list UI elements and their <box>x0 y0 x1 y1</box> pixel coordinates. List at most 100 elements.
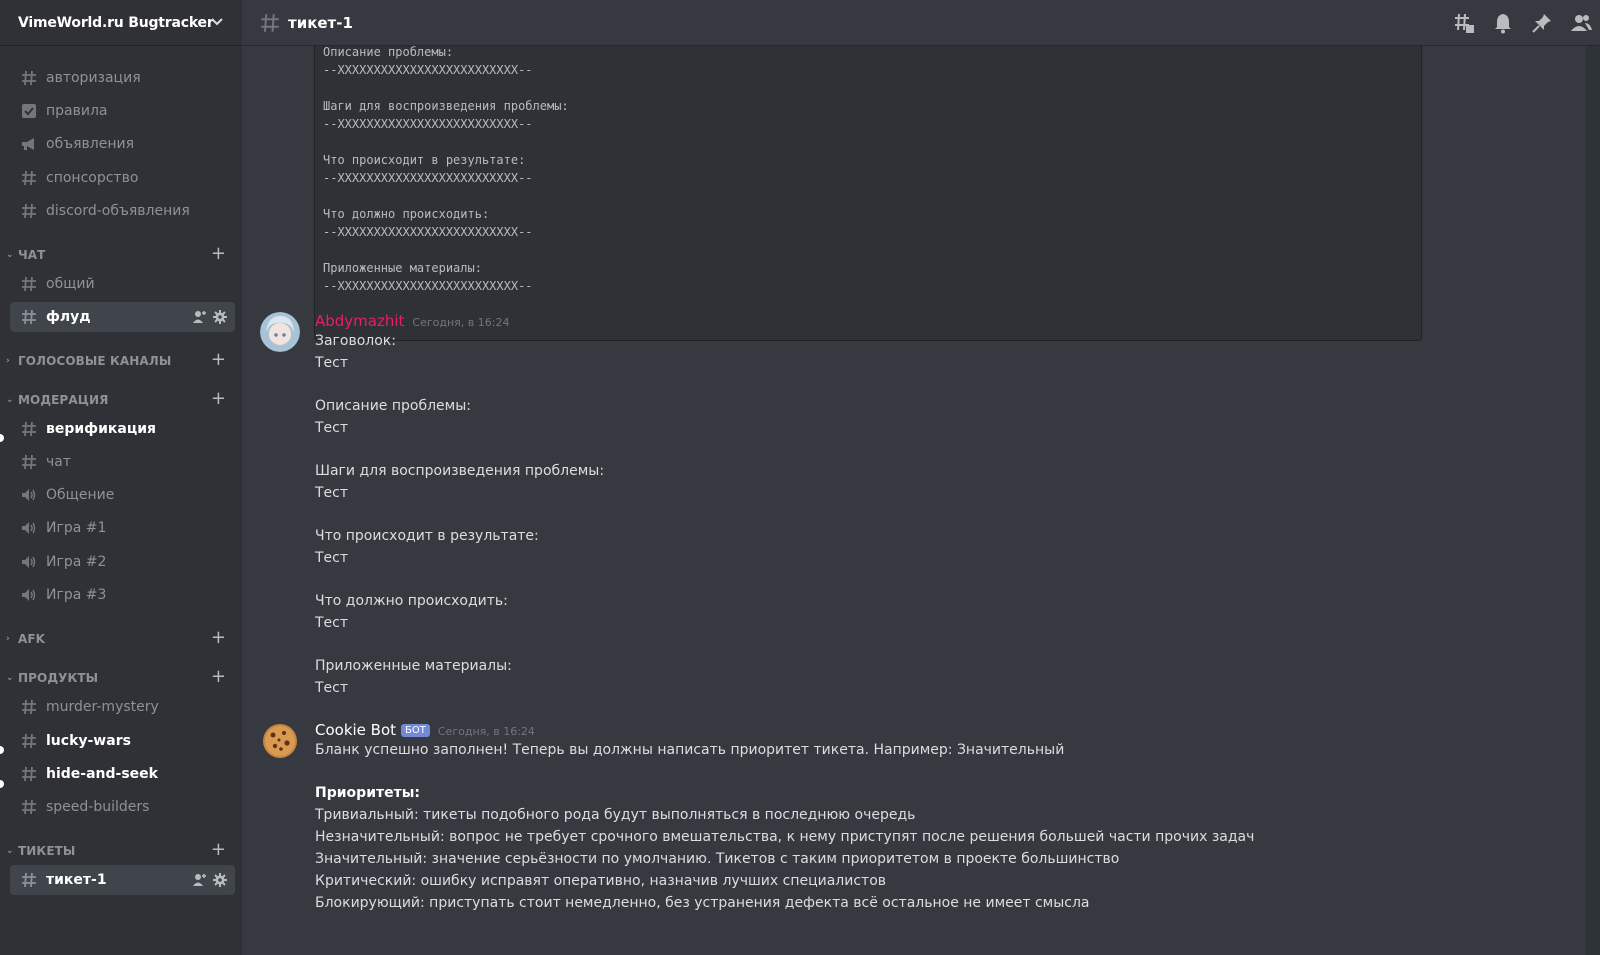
hash-icon <box>20 69 38 87</box>
hash-icon <box>20 420 38 438</box>
speaker-icon <box>20 553 38 571</box>
channel-murder-mystery[interactable]: murder-mystery <box>10 692 235 722</box>
add-channel-icon[interactable]: + <box>211 668 226 686</box>
channel-igra-1[interactable]: Игра #1 <box>10 513 235 543</box>
channel-label: Игра #2 <box>46 554 107 570</box>
gear-icon[interactable] <box>213 873 227 887</box>
category-products[interactable]: ⌄ ПРОДУКТЫ + <box>6 668 234 687</box>
message-line: Тест <box>315 355 349 371</box>
channel-label: hide-and-seek <box>46 766 158 782</box>
message-line: Тест <box>315 420 349 436</box>
channel-label: murder-mystery <box>46 699 159 715</box>
channel-sponsorstvo[interactable]: спонсорство <box>10 163 235 193</box>
message-author[interactable]: Abdymazhit <box>315 312 404 330</box>
channel-verifikaciya[interactable]: верификация <box>10 414 235 444</box>
message-line: Тест <box>315 615 349 631</box>
megaphone-icon <box>20 135 38 153</box>
speaker-icon <box>20 486 38 504</box>
hash-icon <box>20 765 38 783</box>
message-line-bold: Приоритеты: <box>315 785 420 801</box>
hash-icon <box>20 275 38 293</box>
message-timestamp: Сегодня, в 16:24 <box>412 316 510 329</box>
channel-igra-3[interactable]: Игра #3 <box>10 580 235 610</box>
channel-lucky-wars[interactable]: lucky-wars <box>10 726 235 756</box>
category-label: МОДЕРАЦИЯ <box>18 393 109 407</box>
gear-icon[interactable] <box>213 310 227 324</box>
channel-hide-and-seek[interactable]: hide-and-seek <box>10 759 235 789</box>
channel-discord-obyavleniya[interactable]: discord-объявления <box>10 196 235 226</box>
channel-label: speed-builders <box>46 799 150 815</box>
channel-label: чат <box>46 454 72 470</box>
channel-pravila[interactable]: правила <box>10 96 235 126</box>
category-label: ПРОДУКТЫ <box>18 671 99 685</box>
hash-icon <box>20 202 38 220</box>
avatar[interactable] <box>260 721 300 761</box>
hash-icon <box>20 698 38 716</box>
add-channel-icon[interactable]: + <box>211 351 226 369</box>
message-line: Тривиальный: тикеты подобного рода будут… <box>315 807 916 823</box>
message-author[interactable]: Cookie Bot <box>315 721 396 739</box>
channel-tiket-1[interactable]: тикет-1 <box>10 865 235 895</box>
speaker-icon <box>20 519 38 537</box>
message-line: Тест <box>315 550 349 566</box>
hash-icon <box>20 871 38 889</box>
channel-flud[interactable]: флуд <box>10 302 235 332</box>
category-tickets[interactable]: ⌄ ТИКЕТЫ + <box>6 841 234 860</box>
hash-icon <box>20 453 38 471</box>
server-name: VimeWorld.ru Bugtracker <box>18 14 214 31</box>
channel-title: тикет-1 <box>288 13 353 32</box>
invite-icon[interactable] <box>193 310 207 324</box>
hash-icon <box>20 798 38 816</box>
channel-obshchenie[interactable]: Общение <box>10 480 235 510</box>
add-channel-icon[interactable]: + <box>211 629 226 647</box>
channel-label: Игра #3 <box>46 587 107 603</box>
add-channel-icon[interactable]: + <box>211 245 226 263</box>
code-block: Описание проблемы: --XXXXXXXXXXXXXXXXXXX… <box>314 46 1422 341</box>
channel-avtorizaciya[interactable]: авторизация <box>10 63 235 93</box>
channel-label: флуд <box>46 309 91 325</box>
threads-icon[interactable] <box>1453 12 1475 34</box>
message-line: Значительный: значение серьёзности по ум… <box>315 851 1120 867</box>
category-voice[interactable]: › ГОЛОСОВЫЕ КАНАЛЫ + <box>6 351 234 370</box>
channel-label: верификация <box>46 421 157 437</box>
category-label: ГОЛОСОВЫЕ КАНАЛЫ <box>18 354 172 368</box>
hash-icon <box>20 169 38 187</box>
chevron-down-icon: ⌄ <box>6 846 14 856</box>
message-line: Что происходит в результате: <box>315 528 539 544</box>
hash-icon <box>20 308 38 326</box>
message-line: Описание проблемы: <box>315 398 471 414</box>
category-chat[interactable]: ⌄ ЧАТ + <box>6 245 234 264</box>
speaker-icon <box>20 586 38 604</box>
bell-icon[interactable] <box>1492 12 1514 34</box>
message-line: Тест <box>315 485 349 501</box>
category-moderation[interactable]: ⌄ МОДЕРАЦИЯ + <box>6 390 234 409</box>
channel-igra-2[interactable]: Игра #2 <box>10 547 235 577</box>
invite-icon[interactable] <box>193 873 207 887</box>
channel-obshchiy[interactable]: общий <box>10 269 235 299</box>
hash-icon <box>261 13 279 32</box>
checkbox-icon <box>20 102 38 120</box>
scrollbar[interactable] <box>1586 46 1600 955</box>
message-line: Блокирующий: приступать стоит немедленно… <box>315 895 1090 911</box>
message-line: Критический: ошибку исправят оперативно,… <box>315 873 887 889</box>
message-line: Тест <box>315 680 349 696</box>
message-line: Что должно происходить: <box>315 593 508 609</box>
chevron-down-icon: ⌄ <box>6 250 14 260</box>
channel-obyavleniya[interactable]: объявления <box>10 129 235 159</box>
channel-speed-builders[interactable]: speed-builders <box>10 792 235 822</box>
add-channel-icon[interactable]: + <box>211 390 226 408</box>
server-header[interactable]: VimeWorld.ru Bugtracker <box>0 0 242 46</box>
hash-icon <box>20 732 38 750</box>
message-line: Заговолок: <box>315 333 396 349</box>
add-channel-icon[interactable]: + <box>211 841 226 859</box>
members-icon[interactable] <box>1570 12 1592 34</box>
channel-label: lucky-wars <box>46 733 131 749</box>
category-afk[interactable]: › AFK + <box>6 629 234 648</box>
pin-icon[interactable] <box>1531 12 1553 34</box>
channel-chat[interactable]: чат <box>10 447 235 477</box>
unread-indicator <box>0 780 4 788</box>
channel-label: спонсорство <box>46 170 139 186</box>
avatar[interactable] <box>260 312 300 352</box>
message-list[interactable]: Описание проблемы: --XXXXXXXXXXXXXXXXXXX… <box>242 46 1600 955</box>
channel-label: Игра #1 <box>46 520 107 536</box>
